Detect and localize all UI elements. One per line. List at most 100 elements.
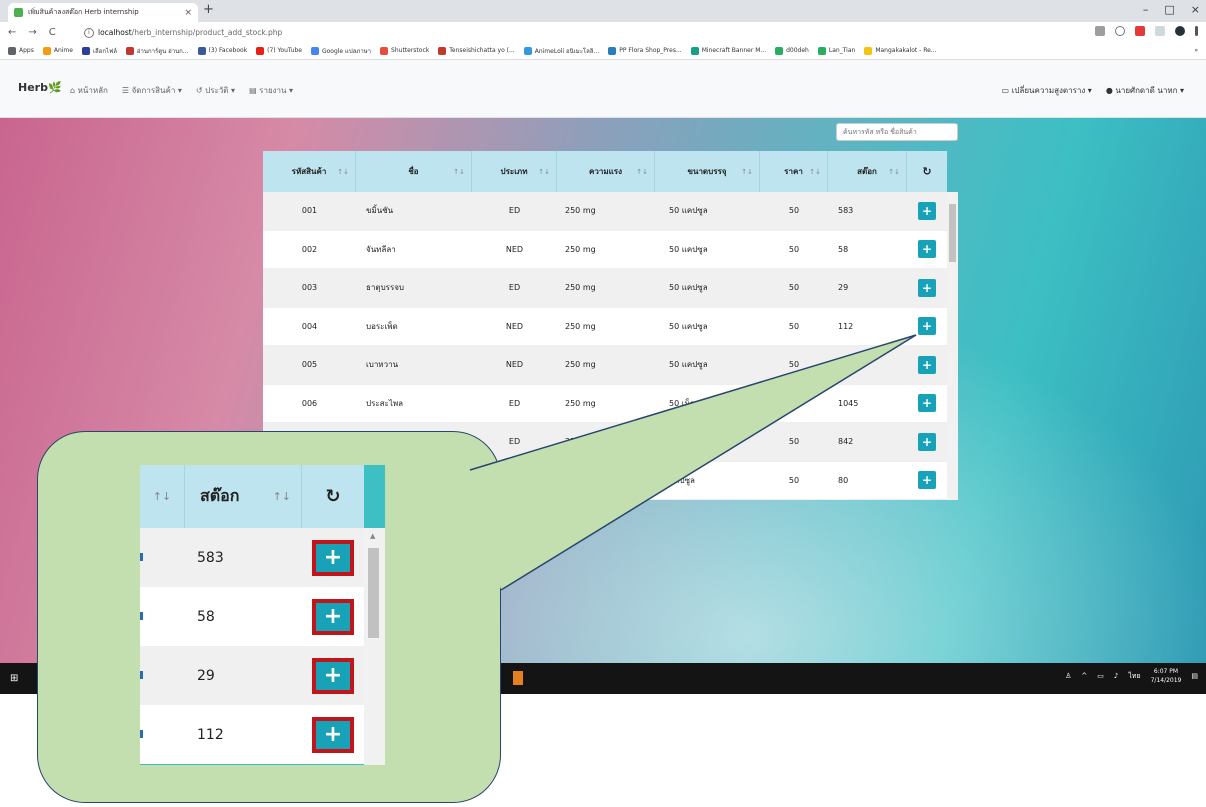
brand-logo[interactable]: Herb🌿 [18, 81, 62, 94]
volume-icon[interactable]: ♪ [1114, 672, 1118, 680]
bookmark-label: (3) Facebook [208, 47, 248, 54]
bookmark-favicon-icon [817, 46, 826, 55]
tab-close-icon[interactable]: × [184, 8, 192, 18]
maximize-button[interactable]: □ [1164, 3, 1174, 16]
bookmark-label: Mangakakalot - Re... [875, 47, 937, 54]
translate-icon[interactable] [1095, 26, 1105, 36]
bookmark-item[interactable]: (7) YouTube [256, 46, 302, 55]
row-edge-mark [140, 730, 143, 738]
scroll-up-icon: ▲ [370, 532, 376, 540]
cell-stock: 1045 [838, 398, 859, 408]
window-controls: – □ × [1143, 3, 1200, 16]
new-tab-button[interactable]: + [203, 2, 214, 17]
bookmark-item[interactable]: อ่านการ์ตูน อ่านก... [125, 46, 189, 56]
leaf-icon: 🌿 [47, 81, 62, 94]
zoomed-refresh-icon: ↻ [325, 486, 341, 507]
extension-grey-icon[interactable] [1155, 26, 1165, 36]
bookmark-label: PP Flora Shop_Pres... [619, 47, 682, 54]
cell-size: 50 แคปซูล [669, 283, 708, 293]
bookmark-item[interactable]: (3) Facebook [197, 46, 248, 55]
profile-avatar-icon[interactable] [1175, 26, 1185, 36]
minimize-button[interactable]: – [1143, 3, 1149, 16]
col-header-stock[interactable]: สต๊อก ↑↓ [828, 151, 907, 192]
browser-tab[interactable]: เพิ่มสินค้าลงสต๊อก Herb internship × [8, 3, 198, 22]
browser-tab-strip: เพิ่มสินค้าลงสต๊อก Herb internship × + –… [0, 0, 1206, 22]
cell-size: 50 เม็ด [669, 398, 695, 408]
highlighted-add-stock-button: + [312, 716, 354, 753]
bookmark-item[interactable]: PP Flora Shop_Pres... [608, 46, 682, 55]
language-indicator[interactable]: ไทย [1128, 671, 1140, 682]
add-stock-button[interactable]: + [918, 355, 936, 374]
col-header-name[interactable]: ชื่อ ↑↓ [356, 151, 472, 192]
people-icon[interactable]: ♙ [1065, 672, 1071, 680]
menu-manage-products[interactable]: ☰ จัดการสินค้า ▾ [122, 84, 182, 97]
cell-strength: 250 mg [565, 360, 596, 370]
table-height-menu[interactable]: ▭ เปลี่ยนความสูงตาราง ▾ [1002, 84, 1092, 97]
search-input[interactable] [836, 123, 958, 141]
network-icon[interactable]: ▭ [1097, 672, 1104, 680]
bookmark-label: Minecraft Banner M... [701, 47, 767, 54]
add-stock-button[interactable]: + [918, 471, 936, 490]
site-info-icon[interactable]: i [84, 27, 94, 38]
add-stock-button[interactable]: + [918, 317, 936, 336]
clock[interactable]: 6:07 PM 7/14/2019 [1151, 667, 1182, 685]
menu-report[interactable]: ▤ รายงาน ▾ [249, 84, 293, 97]
col-stock-label: สต๊อก [857, 167, 877, 176]
cell-stock: 80 [838, 475, 849, 485]
add-stock-button[interactable]: + [918, 240, 936, 259]
bookmark-item[interactable]: Google แปลภาษา [310, 46, 371, 56]
reload-button[interactable]: C [49, 27, 56, 38]
cell-stock: 583 [838, 206, 854, 216]
col-header-type[interactable]: ประเภท ↑↓ [472, 151, 557, 192]
cell-price: 50 [788, 360, 800, 370]
bookmark-item[interactable]: Apps [8, 46, 34, 55]
windows-start-icon[interactable]: ⊞ [10, 673, 18, 684]
zoomed-action-cell: + [302, 539, 364, 576]
add-stock-button[interactable]: + [918, 394, 936, 413]
scrollbar-thumb[interactable] [949, 204, 956, 262]
cell-action: + [907, 471, 947, 490]
col-header-price[interactable]: ราคา ↑↓ [760, 151, 828, 192]
col-header-size[interactable]: ขนาดบรรจุ ↑↓ [655, 151, 760, 192]
bookmark-item[interactable]: Tenseishichatta yo (... [438, 46, 515, 55]
cell-name: จันทลีลา [366, 244, 396, 254]
col-header-strength[interactable]: ความแรง ↑↓ [557, 151, 655, 192]
bookmark-item[interactable]: d00deh [775, 46, 809, 55]
cell-name: ขมิ้นชัน [366, 206, 394, 216]
bookmark-favicon-icon [775, 46, 784, 55]
bookmark-label: (7) YouTube [267, 47, 302, 54]
star-icon[interactable] [1115, 26, 1125, 36]
col-header-code[interactable]: รหัสสินค้า ↑↓ [263, 151, 356, 192]
bookmark-favicon-icon [8, 46, 16, 55]
extension-red-icon[interactable] [1135, 26, 1145, 36]
tray-chevron-icon[interactable]: ^ [1081, 672, 1087, 680]
add-stock-button[interactable]: + [918, 432, 936, 451]
menu-home[interactable]: ⌂ หน้าหลัก [70, 84, 108, 97]
bookmark-item[interactable]: AnimeLoli อนิเมะโลลิ... [523, 46, 599, 56]
zoomed-row: 29 + [140, 646, 364, 705]
menu-history[interactable]: ↺ ประวัติ ▾ [196, 84, 235, 97]
close-window-button[interactable]: × [1191, 3, 1200, 16]
add-stock-button[interactable]: + [918, 201, 936, 220]
bookmark-item[interactable]: Lan_Tian [817, 46, 855, 55]
user-icon: ● [1105, 86, 1113, 95]
bookmark-item[interactable]: เลือกไฟล์ [81, 46, 117, 56]
cell-strength: 250 mg [565, 398, 596, 408]
refresh-button[interactable]: ↻ [907, 151, 947, 192]
notification-icon[interactable]: ▤ [1191, 672, 1198, 680]
bookmarks-overflow-button[interactable]: » [1194, 47, 1206, 54]
bookmark-item[interactable]: Anime [42, 46, 73, 55]
table-scrollbar[interactable] [947, 192, 958, 500]
bookmark-item[interactable]: Shutterstock [380, 46, 429, 55]
bookmark-item[interactable]: Mangakakalot - Re... [864, 46, 937, 55]
bookmark-item[interactable]: Minecraft Banner M... [690, 46, 767, 55]
menu-kebab-icon[interactable] [1195, 26, 1198, 36]
forward-button[interactable]: → [28, 27, 36, 38]
add-stock-button[interactable]: + [918, 278, 936, 297]
taskbar-app-icon[interactable] [513, 671, 523, 685]
url-bar[interactable]: i localhost /herb_internship/product_add… [84, 25, 1054, 40]
col-code-label: รหัสสินค้า [291, 167, 327, 176]
user-menu[interactable]: ● นายศักดาดี นาหก ▾ [1106, 84, 1184, 97]
back-button[interactable]: ← [8, 27, 16, 38]
nav-buttons: ← → C [0, 27, 80, 38]
